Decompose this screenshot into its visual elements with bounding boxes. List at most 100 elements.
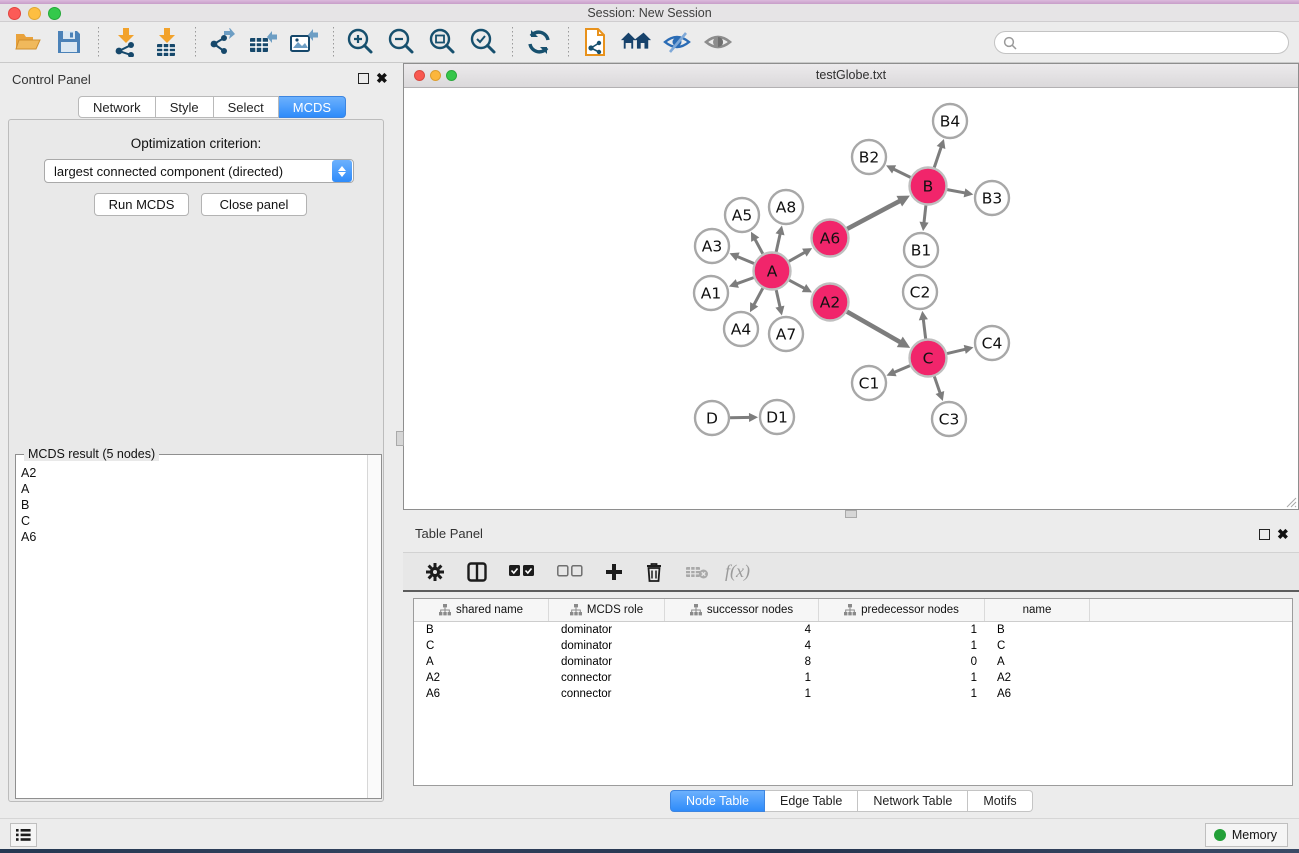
open-file-icon[interactable] (12, 26, 44, 58)
graph-node-A7[interactable]: A7 (769, 317, 803, 351)
cell-shared-name[interactable]: B (414, 624, 549, 636)
cell-shared-name[interactable]: A (414, 656, 549, 668)
cell-MCDS-role[interactable]: dominator (549, 624, 665, 636)
edge-C-C2[interactable] (923, 318, 926, 339)
graph-node-C3[interactable]: C3 (932, 402, 966, 436)
edge-C-C3[interactable] (934, 376, 940, 394)
node-table[interactable]: shared nameMCDS rolesuccessor nodesprede… (413, 598, 1293, 786)
graph-node-A2[interactable]: A2 (812, 284, 849, 321)
network-canvas[interactable]: AA1A3A5A8A6A2A4A7BB2B4B3B1CC2C4C1C3DD1 (404, 89, 1298, 509)
cell-successor-nodes[interactable]: 8 (665, 656, 819, 668)
column-header-predecessor-nodes[interactable]: predecessor nodes (819, 599, 985, 621)
graph-node-B[interactable]: B (910, 168, 947, 205)
refresh-icon[interactable] (523, 26, 555, 58)
table-row[interactable]: Cdominator41C (414, 638, 1292, 654)
edge-A2-C[interactable] (847, 312, 902, 343)
cell-shared-name[interactable]: A6 (414, 688, 549, 700)
graph-node-B3[interactable]: B3 (975, 181, 1009, 215)
graph-node-A[interactable]: A (754, 253, 791, 290)
float-panel-icon[interactable] (1259, 529, 1270, 540)
panel-splitter-handle[interactable] (396, 431, 404, 446)
import-table-icon[interactable] (150, 26, 182, 58)
graph-node-B2[interactable]: B2 (852, 140, 886, 174)
cell-predecessor-nodes[interactable]: 1 (819, 688, 985, 700)
graph-node-A1[interactable]: A1 (694, 276, 728, 310)
criterion-select[interactable]: largest connected component (directed) (44, 159, 354, 183)
zoom-fit-icon[interactable] (426, 26, 458, 58)
table-row[interactable]: A2connector11A2 (414, 670, 1292, 686)
search-box[interactable] (994, 31, 1289, 54)
resize-grip-icon[interactable] (1285, 496, 1297, 508)
edge-A-A2[interactable] (789, 280, 806, 289)
edge-A6-B[interactable] (847, 200, 901, 229)
zoom-in-icon[interactable] (344, 26, 376, 58)
cell-successor-nodes[interactable]: 1 (665, 672, 819, 684)
add-column-icon[interactable] (605, 563, 623, 581)
export-network-icon[interactable] (206, 26, 238, 58)
graph-node-A5[interactable]: A5 (725, 198, 759, 232)
graph-node-A8[interactable]: A8 (769, 190, 803, 224)
show-panel-icon[interactable] (702, 26, 734, 58)
export-table-icon[interactable] (247, 26, 279, 58)
result-item[interactable]: A2 (21, 465, 366, 481)
panel-splitter-handle[interactable] (845, 510, 857, 518)
graph-node-C4[interactable]: C4 (975, 326, 1009, 360)
float-panel-icon[interactable] (358, 73, 369, 84)
delete-icon[interactable] (645, 562, 663, 582)
tab-node-table[interactable]: Node Table (670, 790, 765, 812)
zoom-out-icon[interactable] (385, 26, 417, 58)
close-panel-button[interactable]: Close panel (201, 193, 307, 216)
edge-A-A1[interactable] (735, 278, 753, 285)
graph-node-B1[interactable]: B1 (904, 233, 938, 267)
network-file-icon[interactable] (579, 26, 611, 58)
graph-node-A3[interactable]: A3 (695, 229, 729, 263)
edge-A-A8[interactable] (776, 232, 780, 252)
delete-table-icon[interactable] (685, 564, 709, 580)
edge-B-B1[interactable] (924, 205, 926, 224)
graph-node-A6[interactable]: A6 (812, 220, 849, 257)
deselect-all-checkboxes-icon[interactable] (557, 565, 583, 578)
table-row[interactable]: Adominator80A (414, 654, 1292, 670)
graph-node-B4[interactable]: B4 (933, 104, 967, 138)
edge-A-A5[interactable] (754, 238, 763, 254)
graph-node-A4[interactable]: A4 (724, 312, 758, 346)
tab-style[interactable]: Style (156, 96, 214, 118)
column-header-name[interactable]: name (985, 599, 1090, 621)
tab-network-table[interactable]: Network Table (858, 790, 968, 812)
cell-name[interactable]: C (985, 640, 1090, 652)
tab-motifs[interactable]: Motifs (968, 790, 1032, 812)
column-header-successor-nodes[interactable]: successor nodes (665, 599, 819, 621)
cell-MCDS-role[interactable]: connector (549, 672, 665, 684)
cell-MCDS-role[interactable]: dominator (549, 640, 665, 652)
cell-MCDS-role[interactable]: connector (549, 688, 665, 700)
save-session-icon[interactable] (53, 26, 85, 58)
edge-C-C1[interactable] (893, 366, 910, 373)
edge-A-A7[interactable] (776, 290, 780, 309)
network-window-titlebar[interactable]: testGlobe.txt (404, 64, 1298, 88)
result-scrollbar[interactable] (367, 455, 381, 798)
gear-icon[interactable] (425, 562, 445, 582)
edge-A-A3[interactable] (736, 256, 754, 264)
run-mcds-button[interactable]: Run MCDS (94, 193, 189, 216)
graph-node-C[interactable]: C (910, 340, 947, 377)
hide-panel-icon[interactable] (661, 26, 693, 58)
result-item[interactable]: B (21, 497, 366, 513)
cell-predecessor-nodes[interactable]: 1 (819, 624, 985, 636)
cell-successor-nodes[interactable]: 4 (665, 624, 819, 636)
tab-network[interactable]: Network (78, 96, 156, 118)
tab-edge-table[interactable]: Edge Table (765, 790, 858, 812)
cell-successor-nodes[interactable]: 1 (665, 688, 819, 700)
cell-predecessor-nodes[interactable]: 1 (819, 640, 985, 652)
graph-node-D[interactable]: D (695, 401, 729, 435)
graph-node-D1[interactable]: D1 (760, 400, 794, 434)
tab-mcds[interactable]: MCDS (279, 96, 346, 118)
zoom-selected-icon[interactable] (467, 26, 499, 58)
result-item[interactable]: A6 (21, 529, 366, 545)
network-graph[interactable]: AA1A3A5A8A6A2A4A7BB2B4B3B1CC2C4C1C3DD1 (404, 89, 1298, 509)
cell-name[interactable]: A2 (985, 672, 1090, 684)
split-columns-icon[interactable] (467, 562, 487, 582)
graph-node-C2[interactable]: C2 (903, 275, 937, 309)
task-history-button[interactable] (10, 823, 37, 847)
select-all-checkboxes-icon[interactable] (509, 565, 535, 578)
edge-C-C4[interactable] (947, 349, 967, 354)
